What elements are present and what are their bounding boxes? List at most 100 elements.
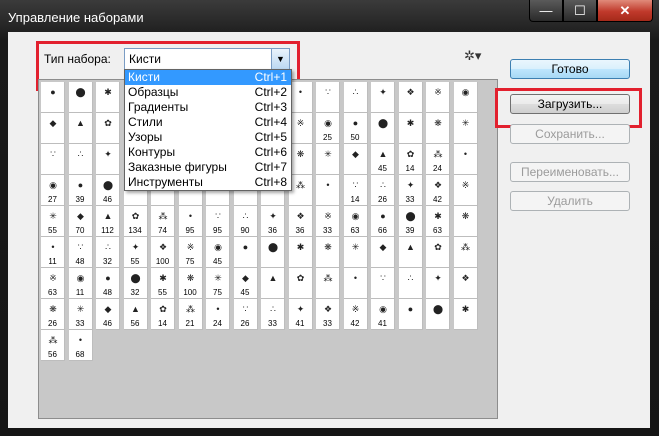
dropdown-item[interactable]: Стили Ctrl+4 — [125, 115, 291, 130]
brush-preset[interactable]: ◆ — [371, 237, 395, 268]
brush-preset[interactable]: ▲ 45 — [371, 144, 395, 175]
dropdown-item[interactable]: Инструменты Ctrl+8 — [125, 175, 291, 190]
brush-preset[interactable]: ⬤ — [68, 82, 93, 113]
brush-preset[interactable]: ❖ 36 — [288, 206, 313, 237]
brush-preset[interactable]: ✿ — [96, 113, 120, 144]
done-button[interactable]: Готово — [510, 59, 630, 79]
brush-preset[interactable]: ✱ 63 — [426, 206, 450, 237]
brush-preset[interactable]: • 68 — [68, 330, 93, 361]
brush-preset[interactable]: ⁂ 21 — [178, 299, 203, 330]
brush-preset[interactable]: ❖ — [398, 82, 423, 113]
brush-preset[interactable]: ※ 63 — [41, 268, 65, 299]
brush-preset[interactable]: ✦ — [426, 268, 450, 299]
brush-preset[interactable]: ◆ — [41, 113, 65, 144]
brush-preset[interactable]: ∵ — [371, 268, 395, 299]
dropdown-item[interactable]: Кисти Ctrl+1 — [125, 70, 291, 85]
brush-preset[interactable]: • 24 — [206, 299, 230, 330]
dropdown-item[interactable]: Узоры Ctrl+5 — [125, 130, 291, 145]
brush-preset[interactable]: ⬤ 32 — [123, 268, 148, 299]
brush-preset[interactable]: ◆ — [343, 144, 368, 175]
brush-preset[interactable]: • 95 — [178, 206, 203, 237]
brush-preset[interactable]: ∴ 90 — [233, 206, 258, 237]
brush-preset[interactable]: ◉ 63 — [343, 206, 368, 237]
brush-preset[interactable]: • — [343, 268, 368, 299]
brush-preset[interactable]: • — [453, 144, 478, 175]
brush-preset[interactable]: • 11 — [41, 237, 65, 268]
brush-preset[interactable]: ⁂ — [316, 268, 340, 299]
delete-button[interactable]: Удалить — [510, 191, 630, 211]
brush-preset[interactable]: ∴ — [68, 144, 93, 175]
brush-preset[interactable]: ❖ 33 — [316, 299, 340, 330]
brush-preset[interactable]: ⁂ — [288, 175, 313, 206]
brush-preset[interactable]: ✿ 14 — [151, 299, 175, 330]
brush-preset[interactable]: ✦ 55 — [123, 237, 148, 268]
brush-preset[interactable]: ✦ 41 — [288, 299, 313, 330]
brush-preset[interactable]: ∵ 14 — [343, 175, 368, 206]
brush-preset[interactable]: ∴ — [343, 82, 368, 113]
brush-preset[interactable]: ✳ 33 — [68, 299, 93, 330]
brush-preset[interactable]: ※ — [453, 175, 478, 206]
dropdown-item[interactable]: Образцы Ctrl+2 — [125, 85, 291, 100]
brush-preset[interactable]: ⬤ — [261, 237, 285, 268]
brush-preset[interactable]: ∵ 95 — [206, 206, 230, 237]
brush-preset[interactable]: ◆ 70 — [68, 206, 93, 237]
load-button[interactable]: Загрузить... — [510, 94, 630, 114]
rename-button[interactable]: Переименовать... — [510, 162, 630, 182]
brush-preset[interactable]: ⁂ 74 — [151, 206, 175, 237]
brush-preset[interactable]: ✳ — [453, 113, 478, 144]
brush-preset[interactable]: ✿ — [288, 268, 313, 299]
brush-preset[interactable]: ✱ — [96, 82, 120, 113]
brush-preset[interactable]: ⬤ 46 — [96, 175, 120, 206]
brush-preset[interactable]: ⬤ — [426, 299, 450, 330]
brush-preset[interactable]: ※ 42 — [343, 299, 368, 330]
brush-preset[interactable]: ◉ 41 — [371, 299, 395, 330]
brush-preset[interactable]: ※ — [426, 82, 450, 113]
brush-preset[interactable]: ● — [41, 82, 65, 113]
brush-preset[interactable]: ⁂ 24 — [426, 144, 450, 175]
brush-preset[interactable]: ◉ — [453, 82, 478, 113]
brush-preset[interactable]: ◉ 25 — [316, 113, 340, 144]
brush-preset[interactable]: ✱ — [288, 237, 313, 268]
brush-preset[interactable]: ∴ — [398, 268, 423, 299]
brush-preset[interactable]: ❖ 42 — [426, 175, 450, 206]
brush-preset[interactable]: ✳ 55 — [41, 206, 65, 237]
brush-preset[interactable]: ◆ 45 — [233, 268, 258, 299]
brush-preset[interactable]: ∵ 26 — [233, 299, 258, 330]
preset-type-dropdown[interactable]: Кисти Ctrl+1 Образцы Ctrl+2 Градиенты Ctrl+3 С… — [124, 69, 292, 191]
brush-preset[interactable]: ● 66 — [371, 206, 395, 237]
brush-preset[interactable]: ❋ — [288, 144, 313, 175]
dropdown-item[interactable]: Заказные фигуры Ctrl+7 — [125, 160, 291, 175]
brush-preset[interactable]: ▲ — [398, 237, 423, 268]
brush-preset[interactable]: ❋ 26 — [41, 299, 65, 330]
brush-preset[interactable]: • — [316, 175, 340, 206]
brush-preset[interactable]: ❋ — [316, 237, 340, 268]
gear-icon[interactable]: ✲▾ — [464, 48, 481, 64]
brush-preset[interactable]: ● — [398, 299, 423, 330]
brush-preset[interactable]: ※ — [288, 113, 313, 144]
brush-preset[interactable]: • — [288, 82, 313, 113]
brush-preset[interactable]: ※ 75 — [178, 237, 203, 268]
brush-preset[interactable]: ● — [233, 237, 258, 268]
brush-preset[interactable]: ✦ 33 — [398, 175, 423, 206]
brush-preset[interactable]: ✿ — [426, 237, 450, 268]
save-button[interactable]: Сохранить... — [510, 124, 630, 144]
brush-preset[interactable]: ◆ 46 — [96, 299, 120, 330]
brush-preset[interactable]: ❖ — [453, 268, 478, 299]
brush-preset[interactable]: ⬤ 39 — [398, 206, 423, 237]
brush-preset[interactable]: ⁂ 56 — [41, 330, 65, 361]
brush-preset[interactable]: ✱ — [453, 299, 478, 330]
brush-preset[interactable]: ● 39 — [68, 175, 93, 206]
brush-preset[interactable]: ▲ — [68, 113, 93, 144]
brush-preset[interactable]: ▲ 112 — [96, 206, 120, 237]
brush-preset[interactable]: ◉ 27 — [41, 175, 65, 206]
brush-preset[interactable]: ▲ 56 — [123, 299, 148, 330]
brush-preset[interactable]: ❋ — [426, 113, 450, 144]
close-button[interactable]: ✕ — [597, 0, 653, 22]
minimize-button[interactable]: — — [529, 0, 563, 22]
maximize-button[interactable]: ☐ — [563, 0, 597, 22]
brush-preset[interactable]: ∴ 32 — [96, 237, 120, 268]
brush-preset[interactable]: ✦ — [371, 82, 395, 113]
brush-preset[interactable]: ∵ — [316, 82, 340, 113]
brush-preset[interactable]: ∴ 26 — [371, 175, 395, 206]
brush-preset[interactable]: ❖ 100 — [151, 237, 175, 268]
